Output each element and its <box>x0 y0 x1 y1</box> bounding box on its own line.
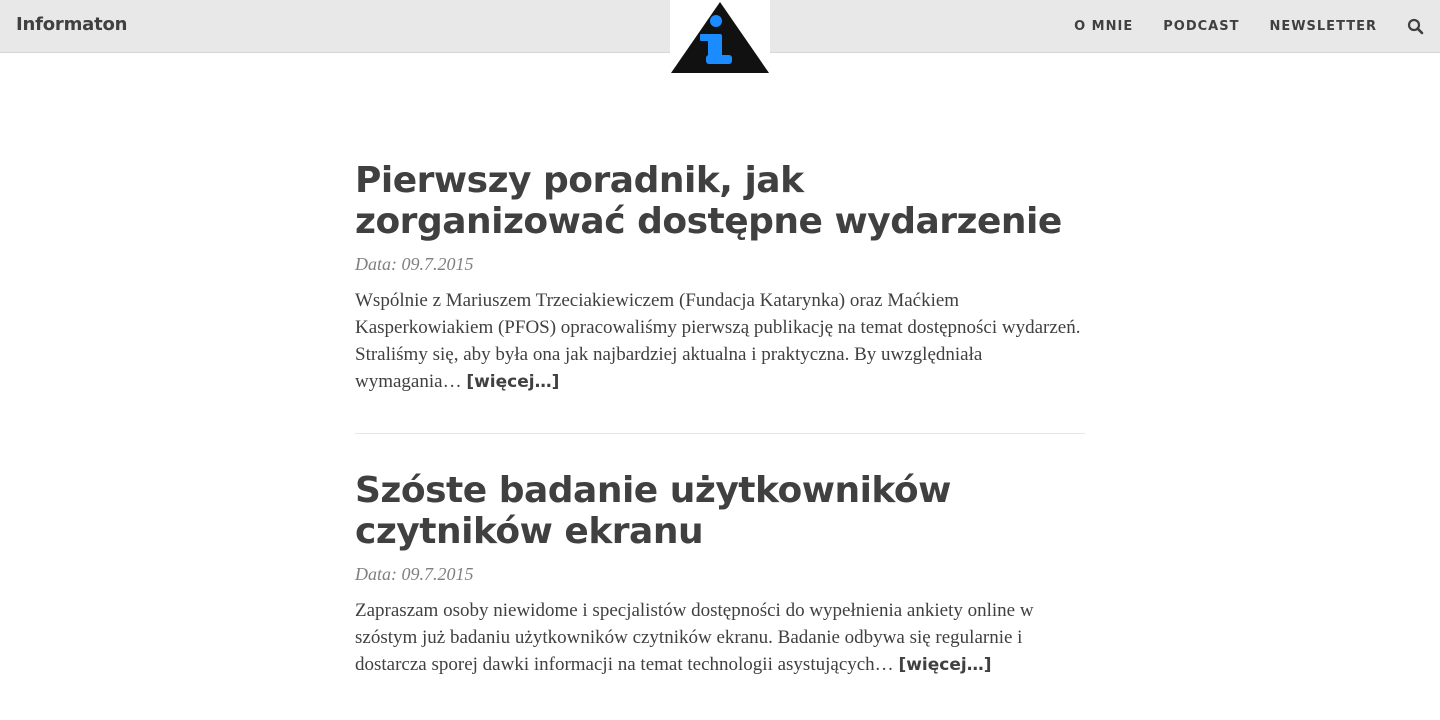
post-title: Szóste badanie użytkowników czytników ek… <box>355 470 1085 552</box>
post-title-link[interactable]: Szóste badanie użytkowników czytników ek… <box>355 470 951 552</box>
site-logo[interactable] <box>670 0 770 75</box>
post-title-link[interactable]: Pierwszy poradnik, jak zorganizować dost… <box>355 160 1062 242</box>
post-excerpt: Wspólnie z Mariuszem Trzeciakiewiczem (F… <box>355 287 1085 396</box>
post-date: Data: 09.7.2015 <box>355 564 474 584</box>
post-date: Data: 09.7.2015 <box>355 254 474 274</box>
search-icon[interactable] <box>1407 18 1424 35</box>
main-nav: O MNIE PODCAST NEWSLETTER <box>1074 0 1440 53</box>
post-excerpt-text: Wspólnie z Mariuszem Trzeciakiewiczem (F… <box>355 290 1081 392</box>
post-excerpt: Zapraszam osoby niewidome i specjalistów… <box>355 597 1085 679</box>
read-more-link[interactable]: [więcej…] <box>898 655 991 675</box>
nav-item-podcast[interactable]: PODCAST <box>1163 19 1239 34</box>
post-list: Pierwszy poradnik, jak zorganizować dost… <box>355 160 1085 679</box>
post-item: Pierwszy poradnik, jak zorganizować dost… <box>355 160 1085 396</box>
post-item: Szóste badanie użytkowników czytników ek… <box>355 470 1085 679</box>
site-brand-link[interactable]: Informaton <box>16 14 127 35</box>
post-title: Pierwszy poradnik, jak zorganizować dost… <box>355 160 1085 242</box>
nav-item-newsletter[interactable]: NEWSLETTER <box>1269 19 1377 34</box>
info-triangle-logo-icon <box>671 2 769 73</box>
read-more-link[interactable]: [więcej…] <box>466 372 559 392</box>
nav-item-o-mnie[interactable]: O MNIE <box>1074 19 1133 34</box>
post-divider <box>355 433 1085 434</box>
